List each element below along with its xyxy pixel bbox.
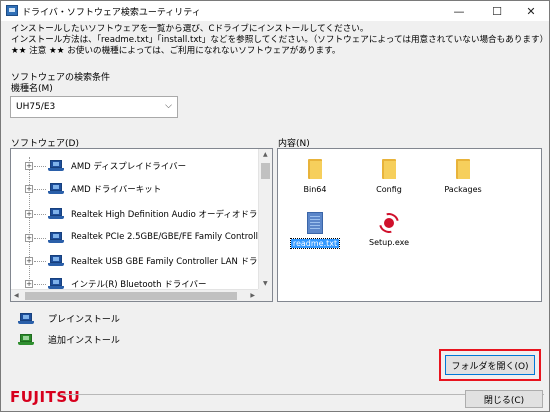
expand-icon[interactable]: +: [25, 162, 33, 170]
preinstall-laptop-icon: [48, 160, 64, 172]
folder-icon: [308, 159, 322, 179]
tree-item-realtek-audio[interactable]: + Realtek High Definition Audio オーディオドライ…: [11, 206, 259, 222]
close-button[interactable]: 閉じる(C): [465, 390, 543, 408]
file-item-packages[interactable]: Packages: [428, 159, 498, 194]
minimize-button[interactable]: —: [441, 1, 477, 21]
legend-label: 追加インストール: [48, 336, 120, 346]
tree-horizontal-scrollbar[interactable]: ◀ ▶: [11, 289, 258, 301]
preinstall-laptop-icon: [48, 208, 64, 220]
folder-icon: [456, 159, 470, 179]
app-window: ドライバ・ソフトウェア検索ユーティリティ — ☐ ✕ インストールしたいソフトウ…: [0, 0, 550, 412]
scroll-thumb[interactable]: [25, 292, 237, 300]
preinstall-laptop-icon: [18, 312, 34, 325]
app-icon: [6, 5, 18, 16]
instruction-line: インストールしたいソフトウェアを一覧から選び、Cドライブにインストールしてくださ…: [11, 24, 369, 34]
model-label: 機種名(M): [11, 84, 53, 94]
scroll-up-icon[interactable]: ▲: [263, 151, 268, 158]
file-item-setup[interactable]: Setup.exe: [354, 209, 424, 247]
tree-item-label: Realtek USB GBE Family Controller LAN ドラ…: [71, 257, 259, 267]
folder-icon: [382, 159, 396, 179]
fujitsu-logo: FUJITSU: [10, 388, 81, 406]
setup-icon: [375, 209, 403, 237]
text-document-icon: [307, 212, 323, 234]
maximize-button[interactable]: ☐: [479, 1, 515, 21]
file-name: Packages: [444, 185, 482, 194]
scroll-right-icon[interactable]: ▶: [250, 292, 255, 299]
file-item-config[interactable]: Config: [354, 159, 424, 194]
expand-icon[interactable]: +: [25, 257, 33, 265]
scroll-left-icon[interactable]: ◀: [14, 292, 19, 299]
tree-item-realtek-pcie[interactable]: + Realtek PCIe 2.5GBE/GBE/FE Family Cont…: [11, 230, 259, 246]
legend-label: プレインストール: [48, 315, 120, 325]
tree-item-label: AMD ドライバーキット: [71, 185, 162, 195]
additional-laptop-icon: [18, 333, 34, 346]
legend-preinstall: プレインストール: [18, 312, 120, 325]
file-item-readme[interactable]: readme.txt: [280, 212, 350, 249]
model-select-value: UH75/E3: [16, 102, 56, 112]
file-name: Config: [376, 185, 402, 194]
legend-additional: 追加インストール: [18, 333, 120, 346]
preinstall-laptop-icon: [48, 232, 64, 244]
expand-icon[interactable]: +: [25, 234, 33, 242]
open-folder-button[interactable]: フォルダを開く(O): [445, 355, 535, 375]
expand-icon[interactable]: +: [25, 280, 33, 288]
warning-line: ★★ 注意 ★★ お使いの機種によっては、ご利用になれないソフトウェアがあります…: [11, 46, 341, 56]
file-name: Bin64: [303, 185, 327, 194]
expand-icon[interactable]: +: [25, 210, 33, 218]
tree-vertical-scrollbar[interactable]: ▲ ▼: [258, 149, 272, 289]
window-title: ドライバ・ソフトウェア検索ユーティリティ: [22, 8, 201, 18]
tree-item-amd-kit[interactable]: + AMD ドライバーキット: [11, 181, 259, 197]
instructions: インストールしたいソフトウェアを一覧から選び、Cドライブにインストールしてくださ…: [11, 24, 548, 57]
tree-item-amd-display[interactable]: + AMD ディスプレイドライバー: [11, 158, 259, 174]
close-window-button[interactable]: ✕: [513, 1, 549, 21]
chevron-down-icon: ⌵: [165, 101, 172, 111]
title-bar: ドライバ・ソフトウェア検索ユーティリティ — ☐ ✕: [1, 1, 549, 21]
scroll-corner: [258, 289, 272, 301]
model-select[interactable]: UH75/E3 ⌵: [10, 96, 178, 118]
software-tree[interactable]: + AMD ディスプレイドライバー + AMD ドライバーキット + Realt…: [10, 148, 273, 302]
scroll-down-icon[interactable]: ▼: [263, 280, 268, 287]
instruction-line: インストール方法は、「readme.txt」「install.txt」などを参照…: [11, 35, 549, 45]
tree-item-label: AMD ディスプレイドライバー: [71, 160, 187, 172]
expand-icon[interactable]: +: [25, 185, 33, 193]
file-item-bin64[interactable]: Bin64: [280, 159, 350, 194]
file-name: readme.txt: [289, 238, 341, 249]
content-file-view[interactable]: Bin64 Config Packages readme.txt Setup.e…: [277, 148, 542, 302]
tree-item-realtek-usb[interactable]: + Realtek USB GBE Family Controller LAN …: [11, 253, 259, 269]
file-name: Setup.exe: [368, 238, 410, 247]
scroll-thumb[interactable]: [261, 163, 270, 179]
preinstall-laptop-icon: [48, 255, 64, 267]
tree-item-label: Realtek High Definition Audio オーディオドライバ: [71, 210, 259, 220]
tree-item-label: Realtek PCIe 2.5GBE/GBE/FE Family Contro…: [71, 232, 259, 242]
preinstall-laptop-icon: [48, 183, 64, 195]
